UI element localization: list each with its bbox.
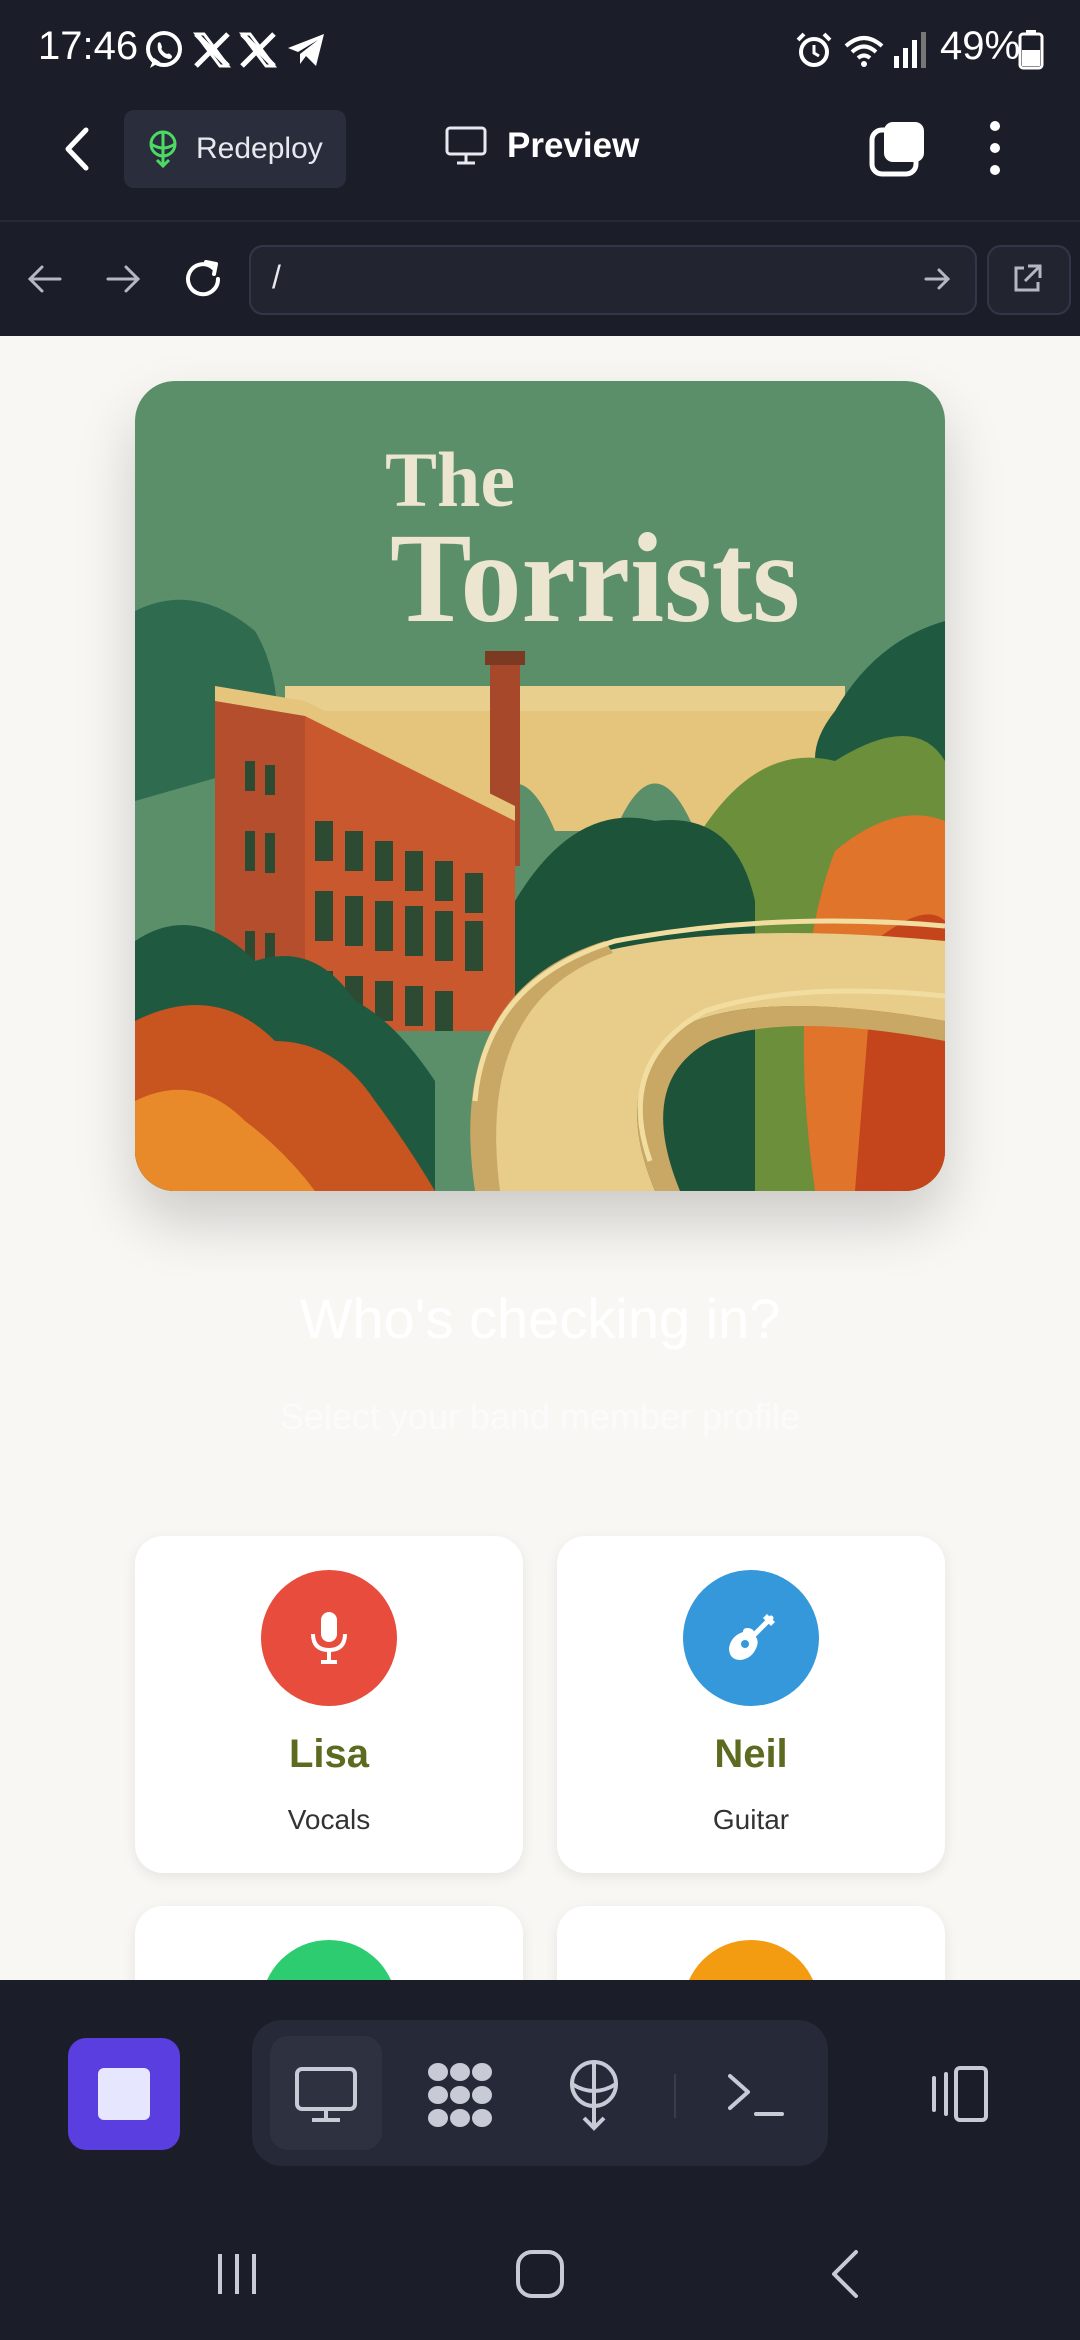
preview-title: Preview <box>445 126 639 166</box>
telegram-icon <box>288 34 324 66</box>
browser-back-icon[interactable] <box>24 258 66 300</box>
member-card-4[interactable] <box>557 1906 945 1980</box>
artwork-title-line2: Torrists <box>390 507 800 649</box>
reload-icon[interactable] <box>180 256 226 302</box>
deploy-tool-icon[interactable] <box>566 2058 622 2132</box>
preview-tool-icon[interactable] <box>294 2066 358 2124</box>
x-icon <box>193 32 231 68</box>
toolbar-divider <box>674 2074 676 2118</box>
page-subheading: Select your band member profile <box>279 1396 801 1437</box>
terminal-icon[interactable] <box>726 2070 786 2120</box>
band-artwork: The Torrists <box>135 381 945 1191</box>
external-link-icon[interactable] <box>1010 262 1044 296</box>
tabs-icon[interactable] <box>868 118 928 178</box>
x-icon <box>239 32 277 68</box>
member-name: Lisa <box>288 1732 370 1776</box>
redeploy-button[interactable]: Redeploy <box>124 110 346 188</box>
stop-button[interactable] <box>68 2038 180 2150</box>
back-icon[interactable] <box>58 122 98 176</box>
page-heading: Who's checking in? <box>299 1287 781 1350</box>
browser-forward-icon[interactable] <box>102 258 144 300</box>
redeploy-label: Redeploy <box>196 132 323 165</box>
band-artwork-illustration: The Torrists <box>135 381 945 1191</box>
member-card-neil[interactable]: Neil Guitar <box>557 1536 945 1873</box>
member-role: Guitar <box>712 1804 790 1835</box>
preview-label: Preview <box>507 126 640 165</box>
home-icon[interactable] <box>514 2248 566 2300</box>
member-avatar <box>261 1940 397 1980</box>
member-card-3[interactable] <box>135 1906 523 1980</box>
battery-icon <box>1018 30 1044 70</box>
whatsapp-icon <box>146 31 182 68</box>
member-card-lisa[interactable]: Lisa Vocals <box>135 1536 523 1873</box>
member-role: Vocals <box>287 1804 371 1835</box>
member-avatar <box>683 1570 819 1706</box>
microphone-icon <box>311 1612 347 1664</box>
monitor-icon <box>445 126 487 165</box>
member-avatar <box>683 1940 819 1980</box>
status-time: 17:46 <box>38 24 139 68</box>
member-name: Neil <box>714 1732 788 1776</box>
deploy-icon <box>149 130 177 168</box>
web-content: The Torrists Who's checking in? Select y… <box>0 336 1080 1980</box>
battery-percent: 49% <box>940 24 1021 68</box>
recents-icon[interactable] <box>212 2250 262 2298</box>
url-text[interactable]: / <box>272 259 281 296</box>
more-options-icon[interactable] <box>980 118 1010 178</box>
stop-icon <box>98 2068 150 2120</box>
system-back-icon[interactable] <box>826 2248 866 2300</box>
member-avatar <box>261 1570 397 1706</box>
alarm-icon <box>796 32 832 67</box>
wifi-icon <box>844 36 884 67</box>
go-icon[interactable] <box>922 264 952 294</box>
apps-grid-icon[interactable] <box>424 2060 496 2130</box>
url-bar[interactable] <box>249 245 977 315</box>
signal-icon <box>894 32 926 68</box>
device-layout-icon[interactable] <box>922 2064 992 2124</box>
guitar-icon <box>729 1614 775 1660</box>
